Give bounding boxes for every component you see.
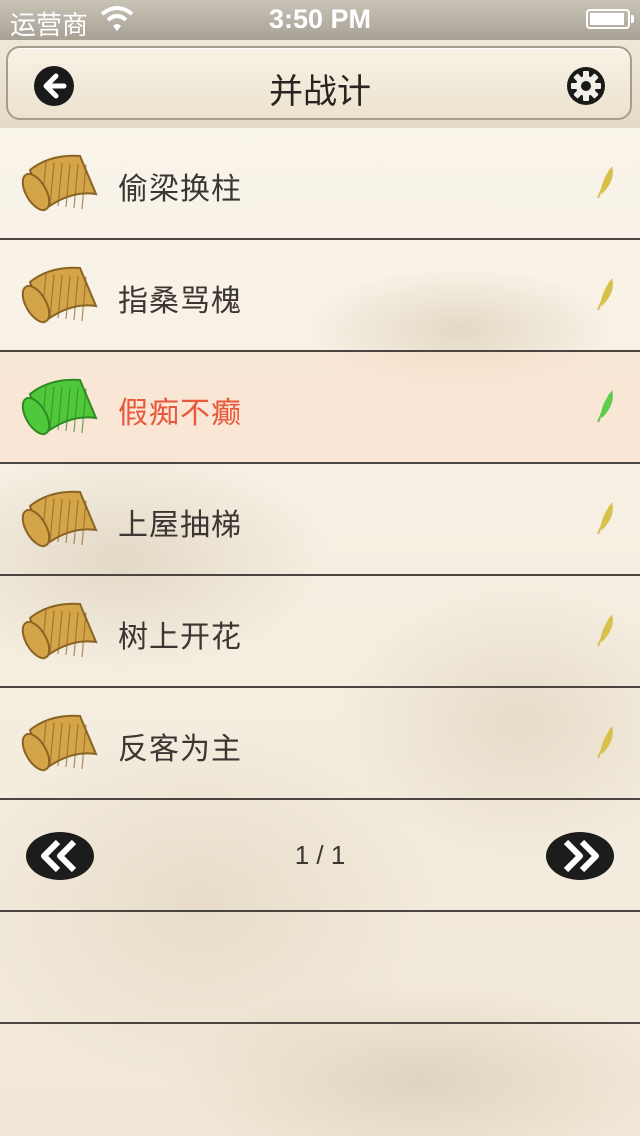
list-item-label: 树上开花 bbox=[118, 620, 242, 655]
status-bar: 运营商 3:50 PM bbox=[0, 0, 640, 40]
leaf-icon bbox=[597, 166, 613, 199]
list-item-label: 偷梁换柱 bbox=[118, 172, 242, 207]
list-item[interactable]: 反客为主 bbox=[0, 688, 640, 800]
empty-row bbox=[0, 912, 640, 1024]
leaf-icon bbox=[597, 278, 613, 311]
list-item-label: 上屋抽梯 bbox=[118, 508, 242, 543]
battery-icon bbox=[586, 9, 634, 29]
pager-row: 1 / 1 bbox=[0, 800, 640, 912]
list-item-label: 假痴不癫 bbox=[118, 396, 242, 431]
bamboo-scroll-icon bbox=[21, 266, 98, 324]
next-page-button[interactable] bbox=[544, 828, 616, 884]
leaf-icon bbox=[597, 502, 613, 535]
bamboo-scroll-icon bbox=[21, 490, 98, 548]
page-title: 并战计 bbox=[269, 72, 371, 112]
bamboo-scroll-icon bbox=[21, 378, 98, 436]
settings-button[interactable] bbox=[566, 66, 606, 106]
gear-icon bbox=[567, 67, 605, 105]
status-time: 3:50 PM bbox=[268, 4, 372, 34]
list-item-label: 反客为主 bbox=[118, 732, 242, 767]
list-item-label: 指桑骂槐 bbox=[118, 284, 242, 319]
bamboo-scroll-icon bbox=[21, 154, 98, 212]
list-item[interactable]: 指桑骂槐 bbox=[0, 240, 640, 352]
bamboo-scroll-icon bbox=[21, 714, 98, 772]
leaf-icon bbox=[597, 726, 613, 759]
list-item[interactable]: 上屋抽梯 bbox=[0, 464, 640, 576]
leaf-icon bbox=[597, 614, 613, 647]
list-item[interactable]: 偷梁换柱 bbox=[0, 128, 640, 240]
list-item[interactable]: 假痴不癫 bbox=[0, 352, 640, 464]
list-item[interactable]: 树上开花 bbox=[0, 576, 640, 688]
leaf-icon bbox=[597, 390, 613, 423]
bamboo-scroll-icon bbox=[21, 602, 98, 660]
double-chevron-right-icon bbox=[546, 832, 614, 880]
